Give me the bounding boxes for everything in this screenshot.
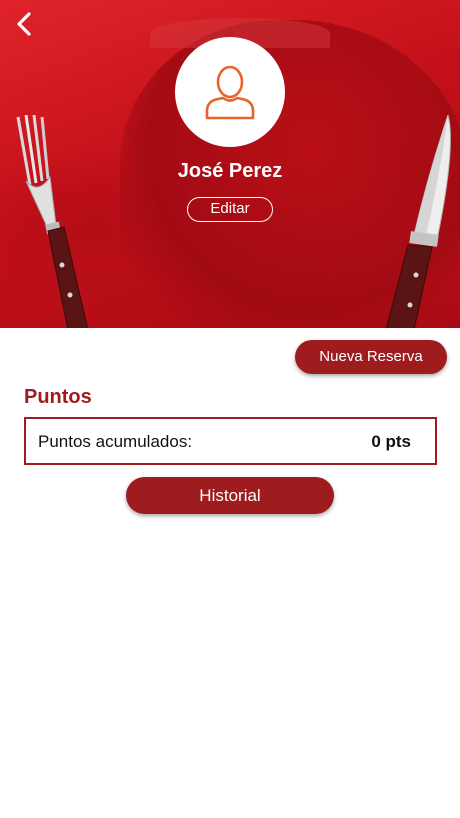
points-section-title: Puntos	[24, 386, 92, 408]
history-button[interactable]: Historial	[126, 477, 334, 514]
fork-icon	[16, 115, 88, 328]
chevron-left-icon	[17, 12, 31, 36]
edit-profile-button[interactable]: Editar	[187, 197, 273, 222]
knife-icon	[386, 115, 451, 328]
points-label: Puntos acumulados:	[38, 432, 193, 451]
back-button[interactable]	[6, 6, 42, 42]
user-name: José Perez	[177, 160, 283, 182]
user-outline-icon	[205, 65, 255, 120]
avatar	[175, 37, 285, 147]
points-value: 0 pts	[371, 432, 411, 451]
new-reservation-button[interactable]: Nueva Reserva	[295, 340, 447, 374]
points-summary: Puntos acumulados: 0 pts	[24, 417, 437, 465]
